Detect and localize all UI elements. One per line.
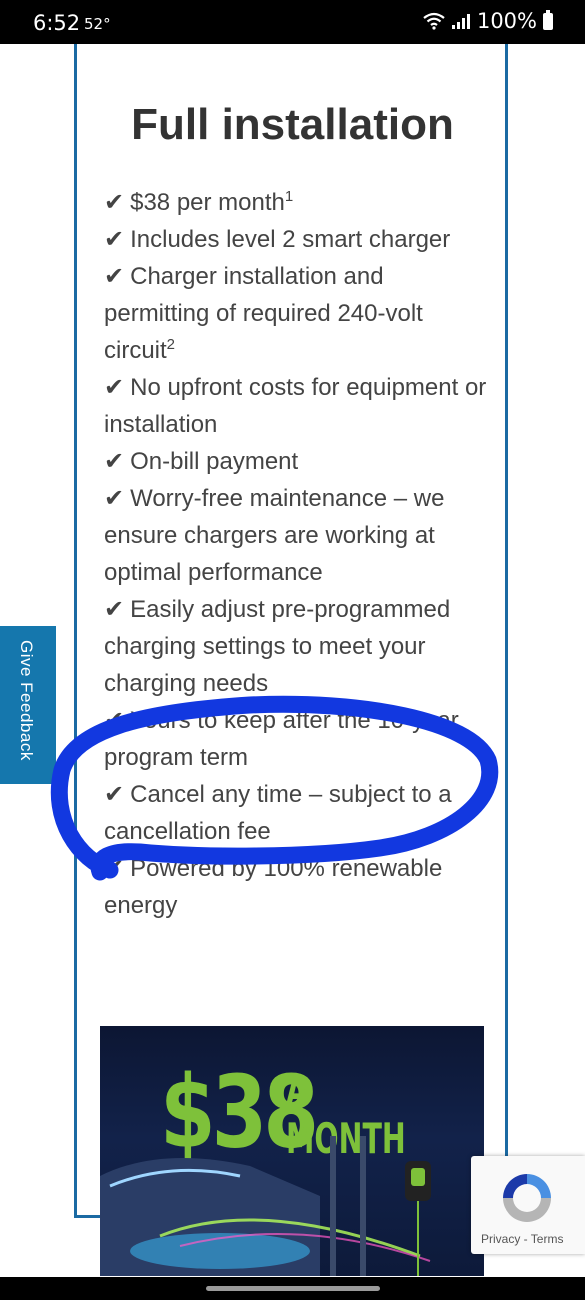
battery-percent: 100% [476, 9, 537, 33]
signal-icon [451, 14, 470, 29]
promo-image: $38 A MONTH [100, 1026, 484, 1276]
checkmark-icon: ✔ [104, 226, 125, 253]
feature-item: ✔ Includes level 2 smart charger [104, 221, 494, 258]
feature-text: $38 per month [130, 189, 285, 216]
recaptcha-icon [503, 1174, 551, 1222]
feature-list: ✔ $38 per month1 ✔ Includes level 2 smart c… [104, 184, 494, 924]
footnote-marker[interactable]: 2 [167, 336, 175, 353]
recaptcha-badge[interactable]: Privacy - Terms [471, 1156, 585, 1254]
checkmark-icon: ✔ [104, 855, 125, 882]
feature-text: Easily adjust pre-programmed charging se… [104, 596, 451, 697]
feature-text: Charger installation and permitting of r… [104, 263, 423, 364]
status-bar: 6:52 52° 100% [0, 0, 585, 44]
checkmark-icon: ✔ [104, 596, 125, 623]
feature-text: On-bill payment [130, 448, 299, 475]
feature-text: Includes level 2 smart charger [130, 226, 451, 253]
status-right: 100% [423, 9, 553, 33]
give-feedback-label: Give Feedback [17, 640, 36, 761]
feature-item: ✔ On-bill payment [104, 443, 494, 480]
checkmark-icon: ✔ [104, 448, 125, 475]
feature-item: ✔ Powered by 100% renewable energy [104, 850, 494, 924]
feature-text: Cancel any time – subject to a cancellat… [104, 781, 452, 845]
footnote-marker[interactable]: 1 [285, 188, 293, 205]
recaptcha-links[interactable]: Privacy - Terms [481, 1232, 563, 1246]
checkmark-icon: ✔ [104, 485, 125, 512]
car-charger-illustration [100, 1136, 431, 1276]
feature-text: Yours to keep after the 10-year program … [104, 707, 459, 771]
feature-item: ✔ Cancel any time – subject to a cancella… [104, 776, 494, 850]
status-temperature: 52° [84, 15, 111, 33]
feature-item: ✔ Easily adjust pre-programmed charging s… [104, 591, 494, 702]
system-nav-bar [0, 1277, 585, 1300]
feature-item: ✔ Charger installation and permitting of … [104, 258, 494, 369]
checkmark-icon: ✔ [104, 707, 125, 734]
checkmark-icon: ✔ [104, 189, 125, 216]
feature-item: ✔ Worry-free maintenance – we ensure char… [104, 480, 494, 591]
checkmark-icon: ✔ [104, 263, 125, 290]
home-gesture-pill[interactable] [206, 1286, 380, 1291]
feature-text: Powered by 100% renewable energy [104, 855, 443, 919]
feature-item: ✔ $38 per month1 [104, 184, 494, 221]
page-title: Full installation [131, 100, 454, 149]
feature-text: Worry-free maintenance – we ensure charg… [104, 485, 445, 586]
wifi-icon [423, 12, 445, 30]
feature-item: ✔ No upfront costs for equipment or insta… [104, 369, 494, 443]
checkmark-icon: ✔ [104, 374, 125, 401]
give-feedback-tab[interactable]: Give Feedback [0, 626, 56, 784]
feature-text: No upfront costs for equipment or instal… [104, 374, 487, 438]
battery-icon [543, 9, 553, 30]
checkmark-icon: ✔ [104, 781, 125, 808]
status-time: 6:52 [33, 11, 81, 35]
feature-item: ✔ Yours to keep after the 10-year program… [104, 702, 494, 776]
